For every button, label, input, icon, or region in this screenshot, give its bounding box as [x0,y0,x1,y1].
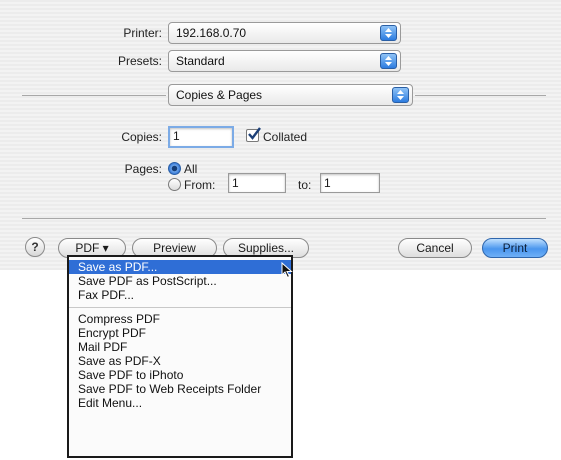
separator [22,218,546,219]
menu-item-edit-menu[interactable]: Edit Menu... [69,396,291,410]
print-button[interactable]: Print [482,238,548,258]
print-dialog-sheet: Printer: 192.168.0.70 Presets: Standard … [0,0,561,270]
collated-label: Collated [263,130,308,144]
collated-checkbox[interactable] [246,127,261,142]
separator [22,95,166,96]
copies-field[interactable]: 1 [168,126,234,148]
menu-item-encrypt-pdf[interactable]: Encrypt PDF [69,326,291,340]
menu-separator [69,307,291,308]
menu-item-compress-pdf[interactable]: Compress PDF [69,312,291,326]
pages-all-radio[interactable] [168,162,181,175]
mouse-pointer-icon [281,262,293,279]
menu-item-save-pdf-as-postscript[interactable]: Save PDF as PostScript... [69,274,291,288]
help-button[interactable]: ? [25,237,45,257]
printer-value: 192.168.0.70 [176,26,247,40]
presets-popup[interactable]: Standard [168,50,401,72]
menu-item-mail-pdf[interactable]: Mail PDF [69,340,291,354]
printer-label: Printer: [123,26,162,40]
copies-label: Copies: [121,130,162,144]
menu-item-save-pdf-to-web-receipts[interactable]: Save PDF to Web Receipts Folder [69,382,291,396]
menu-item-save-as-pdf[interactable]: Save as PDF... [69,260,291,274]
pdf-dropdown-menu: Save as PDF... Save PDF as PostScript...… [67,255,293,458]
popup-arrows-icon [380,25,397,41]
pages-label: Pages: [124,162,162,176]
presets-label: Presets: [117,54,162,68]
pages-to-label: to: [298,178,312,192]
popup-arrows-icon [380,53,397,69]
menu-item-save-pdf-to-iphoto[interactable]: Save PDF to iPhoto [69,368,291,382]
presets-value: Standard [176,54,225,68]
printer-popup[interactable]: 192.168.0.70 [168,22,401,44]
separator [415,95,546,96]
pages-from-field[interactable]: 1 [228,173,286,193]
menu-item-save-as-pdf-x[interactable]: Save as PDF-X [69,354,291,368]
menu-item-fax-pdf[interactable]: Fax PDF... [69,288,291,302]
checkmark-icon [248,127,261,140]
pages-from-label: From: [184,178,216,192]
cancel-button[interactable]: Cancel [398,238,472,258]
pages-to-field[interactable]: 1 [320,173,380,193]
popup-arrows-icon [392,87,409,103]
pane-value: Copies & Pages [176,88,263,102]
pages-all-label: All [184,162,198,176]
pane-popup[interactable]: Copies & Pages [168,84,413,106]
pages-from-radio[interactable] [168,178,181,191]
